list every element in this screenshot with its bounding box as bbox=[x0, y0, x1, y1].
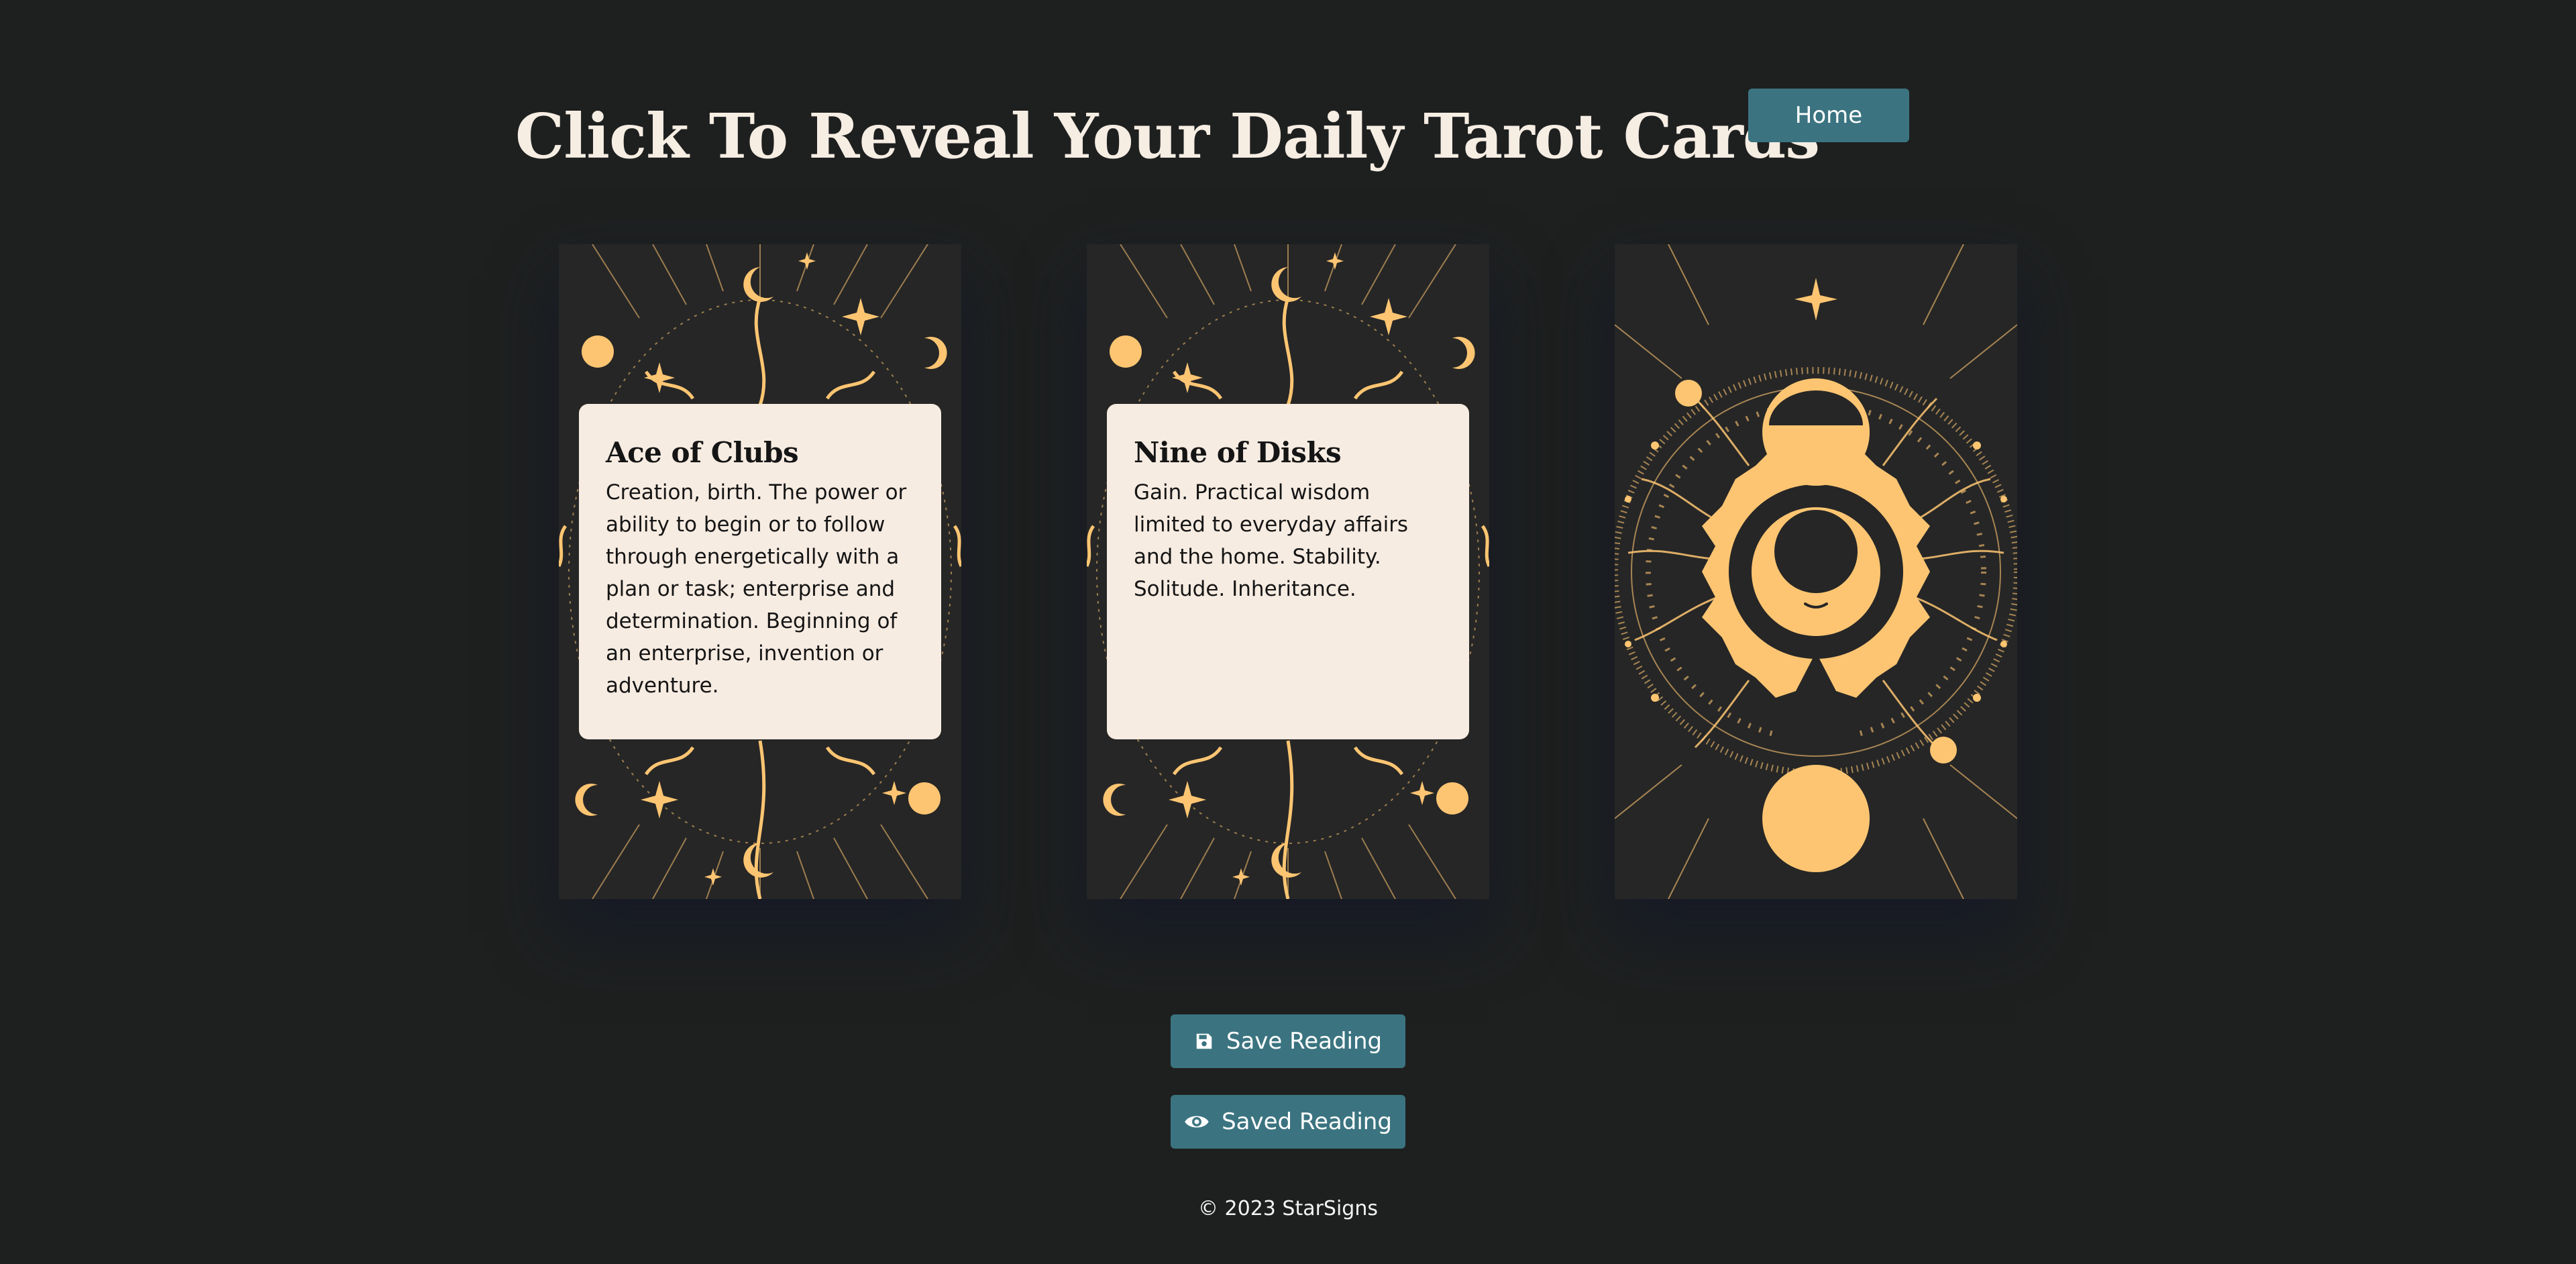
page-title: Click To Reveal Your Daily Tarot Cards bbox=[515, 99, 1820, 172]
saved-reading-button[interactable]: Saved Reading bbox=[1171, 1095, 1405, 1149]
card-name: Nine of Disks bbox=[1134, 436, 1342, 469]
footer-copyright: © 2023 StarSigns bbox=[1197, 1197, 1378, 1220]
saved-reading-label: Saved Reading bbox=[1222, 1108, 1392, 1135]
card-meaning: Creation, birth. The power or ability to… bbox=[606, 480, 907, 698]
card-meaning: Gain. Practical wisdom limited to everyd… bbox=[1134, 480, 1409, 601]
home-button[interactable]: Home bbox=[1748, 89, 1909, 142]
card-name: Ace of Clubs bbox=[606, 436, 799, 469]
tarot-page: Click To Reveal Your Daily Tarot Cards H… bbox=[0, 0, 2576, 1264]
save-reading-label: Save Reading bbox=[1226, 1028, 1383, 1055]
tarot-card-1[interactable]: Ace of Clubs Creation, birth. The power … bbox=[559, 244, 961, 899]
card-meaning-panel: Ace of Clubs Creation, birth. The power … bbox=[579, 404, 941, 739]
tarot-card-2[interactable]: Nine of Disks Gain. Practical wisdom lim… bbox=[1087, 244, 1489, 899]
tarot-card-3[interactable] bbox=[1615, 244, 2017, 899]
card-meaning-panel: Nine of Disks Gain. Practical wisdom lim… bbox=[1107, 404, 1469, 739]
floppy-disk-icon bbox=[1194, 1031, 1214, 1051]
sun-moon-card-back bbox=[1615, 244, 2017, 899]
eye-icon bbox=[1184, 1112, 1210, 1132]
save-reading-button[interactable]: Save Reading bbox=[1171, 1014, 1405, 1068]
